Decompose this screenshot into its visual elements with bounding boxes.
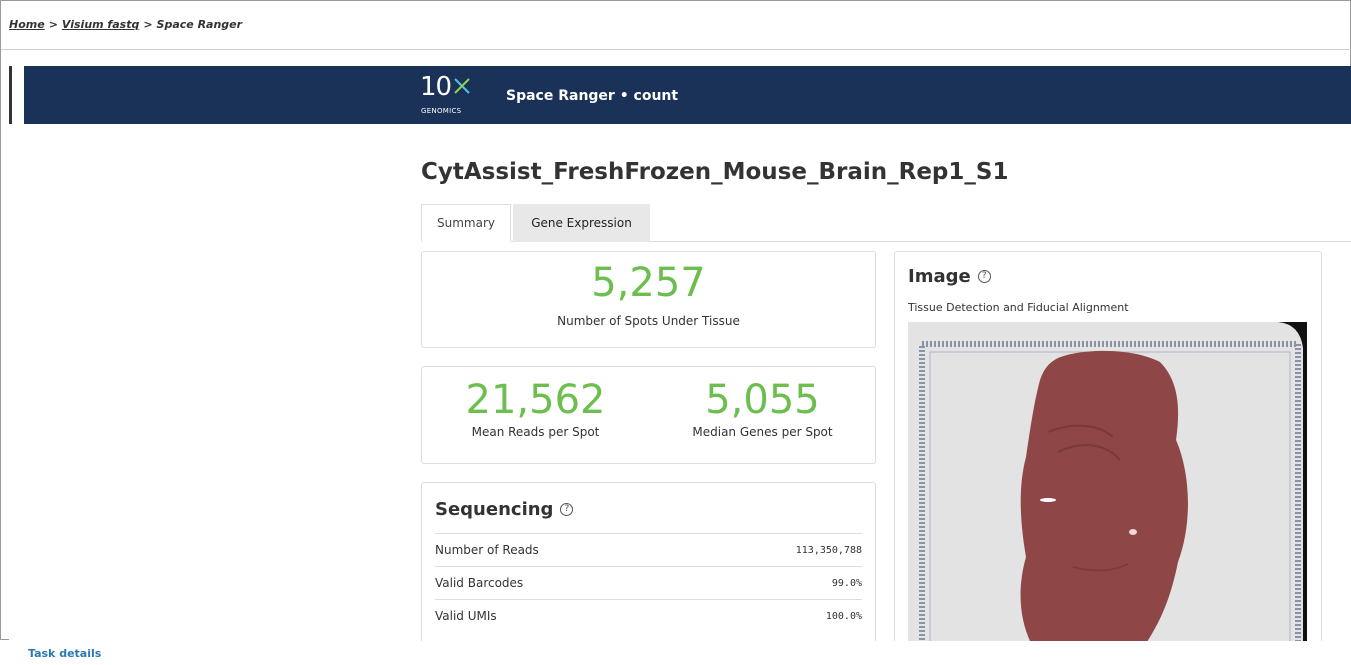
left-edge-bar bbox=[9, 66, 12, 124]
10x-genomics-logo[interactable]: 10 GENOMICS bbox=[420, 72, 476, 116]
median-genes-value: 5,055 bbox=[705, 377, 820, 423]
spots-under-tissue-label: Number of Spots Under Tissue bbox=[557, 314, 740, 328]
tab-summary[interactable]: Summary bbox=[421, 204, 511, 242]
sequencing-title: Sequencing ? bbox=[435, 499, 574, 520]
reads-genes-card: 21,562 Mean Reads per Spot 5,055 Median … bbox=[421, 366, 876, 464]
spots-under-tissue-value: 5,257 bbox=[591, 260, 706, 306]
tab-bar: Summary Gene Expression bbox=[421, 204, 1351, 242]
mean-reads-value: 21,562 bbox=[465, 377, 606, 423]
report-content[interactable]: 10 GENOMICS Space Ranger • count CytAssi… bbox=[9, 66, 1351, 641]
spots-under-tissue-card: 5,257 Number of Spots Under Tissue bbox=[421, 251, 876, 348]
sample-title: CytAssist_FreshFrozen_Mouse_Brain_Rep1_S… bbox=[421, 159, 1009, 185]
header-divider bbox=[1, 49, 1351, 50]
mean-reads-label: Mean Reads per Spot bbox=[471, 425, 600, 439]
row-label: Valid UMIs bbox=[435, 609, 497, 623]
image-card: Image ? Tissue Detection and Fiducial Al… bbox=[894, 251, 1322, 641]
row-value: 99.0% bbox=[831, 577, 862, 589]
top-navigation-bar: 10 GENOMICS Space Ranger • count bbox=[24, 66, 1351, 124]
mean-reads-metric: 21,562 Mean Reads per Spot bbox=[422, 377, 649, 439]
help-icon[interactable]: ? bbox=[977, 270, 991, 283]
tab-gene-expression[interactable]: Gene Expression bbox=[513, 204, 650, 242]
tissue-detection-image bbox=[908, 322, 1307, 641]
breadcrumb-home-link[interactable]: Home bbox=[9, 18, 45, 31]
logo-number: 10 bbox=[420, 72, 452, 102]
table-row: Valid Barcodes 99.0% bbox=[435, 566, 862, 599]
image-title-text: Image bbox=[908, 266, 971, 287]
row-label: Number of Reads bbox=[435, 543, 539, 557]
image-title: Image ? bbox=[908, 266, 991, 287]
logo-company: GENOMICS bbox=[421, 107, 462, 115]
sequencing-card: Sequencing ? Number of Reads 113,350,788… bbox=[421, 482, 876, 641]
breadcrumb: Home > Visium fastq > Space Ranger bbox=[9, 18, 242, 31]
logo-x-icon bbox=[454, 78, 470, 94]
row-value: 100.0% bbox=[825, 610, 862, 622]
report-frame: Home > Visium fastq > Space Ranger 10 GENOMI… bbox=[0, 0, 1351, 641]
sequencing-table: Number of Reads 113,350,788 Valid Barcod… bbox=[435, 533, 862, 632]
task-details-link[interactable]: Task details bbox=[28, 647, 101, 660]
row-label: Valid Barcodes bbox=[435, 576, 524, 590]
median-genes-label: Median Genes per Spot bbox=[692, 425, 833, 439]
image-subtitle: Tissue Detection and Fiducial Alignment bbox=[908, 301, 1129, 314]
breadcrumb-visium-link[interactable]: Visium fastq bbox=[62, 18, 139, 31]
sequencing-title-text: Sequencing bbox=[435, 499, 554, 520]
breadcrumb-separator: > bbox=[48, 18, 58, 31]
help-icon[interactable]: ? bbox=[560, 503, 574, 516]
table-row: Valid UMIs 100.0% bbox=[435, 599, 862, 632]
row-value: 113,350,788 bbox=[795, 544, 862, 556]
pipeline-title: Space Ranger • count bbox=[506, 88, 679, 104]
median-genes-metric: 5,055 Median Genes per Spot bbox=[649, 377, 876, 439]
table-row: Number of Reads 113,350,788 bbox=[435, 533, 862, 566]
breadcrumb-current: Space Ranger bbox=[156, 18, 243, 31]
breadcrumb-separator: > bbox=[143, 18, 153, 31]
